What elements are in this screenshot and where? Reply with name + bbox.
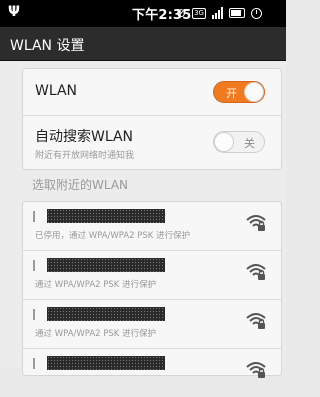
network-ssid-redacted (47, 258, 165, 272)
wifi-lock-icon (246, 264, 266, 280)
signal-icon (211, 7, 223, 19)
battery-icon (228, 8, 245, 18)
settings-content: WLAN 开 自动搜索WLAN 附近有开放网络时通知我 关 选取附近的WLAN … (0, 61, 286, 378)
network-indicator (33, 309, 35, 320)
toggle-knob (214, 132, 234, 152)
wlan-row[interactable]: WLAN 开 (23, 69, 281, 116)
network-list: 已停用，通过 WPA/WPA2 PSK 进行保护 通过 WPA/WPA2 PSK… (22, 201, 282, 378)
network-indicator (33, 211, 35, 222)
network-item[interactable]: 通过 WPA/WPA2 PSK 进行保护 (23, 251, 281, 300)
network-item[interactable]: 通过 WPA/WPA2 PSK 进行保护 (23, 300, 281, 349)
wifi-lock-icon (246, 362, 266, 378)
auto-search-row[interactable]: 自动搜索WLAN 附近有开放网络时通知我 关 (23, 116, 281, 170)
wlan-toggle[interactable]: 开 (213, 81, 265, 103)
auto-search-label: 自动搜索WLAN (35, 129, 134, 145)
auto-search-toggle-text: 关 (244, 137, 255, 150)
title-bar: WLAN 设置 (0, 27, 286, 61)
status-icons: ⊘ 3G (176, 5, 262, 21)
3g-icon: 3G (192, 7, 206, 19)
network-item[interactable] (23, 349, 281, 397)
auto-search-toggle[interactable]: 关 (213, 131, 265, 153)
network-ssid-redacted (47, 209, 165, 223)
clock-icon (250, 7, 262, 19)
network-indicator (33, 260, 35, 271)
status-bar: Ψ 下午2:35 ⊘ 3G (0, 0, 286, 27)
toggle-knob (244, 82, 264, 102)
usb-icon: Ψ (8, 4, 20, 20)
network-description: 通过 WPA/WPA2 PSK 进行保护 (35, 280, 157, 290)
wlan-toggle-text: 开 (226, 87, 237, 100)
alarm-off-icon: ⊘ (176, 6, 187, 20)
nearby-networks-header: 选取附近的WLAN (32, 178, 129, 192)
page-title: WLAN 设置 (10, 38, 85, 54)
network-description: 通过 WPA/WPA2 PSK 进行保护 (35, 329, 157, 339)
wifi-lock-icon (246, 313, 266, 329)
network-indicator (33, 358, 35, 369)
network-description: 已停用，通过 WPA/WPA2 PSK 进行保护 (35, 231, 191, 241)
network-ssid-redacted (47, 307, 165, 321)
wlan-settings-card: WLAN 开 自动搜索WLAN 附近有开放网络时通知我 关 (22, 68, 282, 170)
network-item[interactable]: 已停用，通过 WPA/WPA2 PSK 进行保护 (23, 202, 281, 251)
auto-search-sublabel: 附近有开放网络时通知我 (35, 151, 135, 161)
wlan-label: WLAN (35, 83, 78, 99)
wifi-lock-icon (246, 215, 266, 231)
